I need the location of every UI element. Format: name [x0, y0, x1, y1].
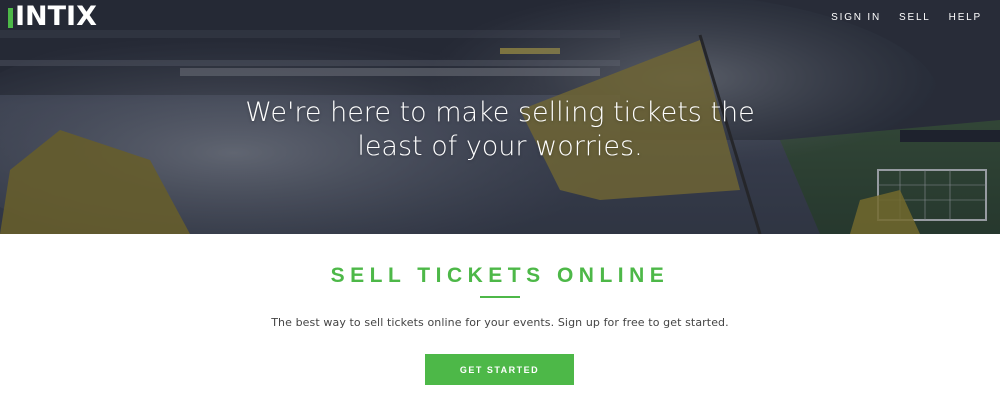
sell-tickets-section: SELL TICKETS ONLINE The best way to sell… — [0, 234, 1000, 414]
nav-sell-link[interactable]: SELL — [899, 12, 931, 23]
nav-sign-in-link[interactable]: SIGN IN — [831, 12, 881, 23]
get-started-button[interactable]: GET STARTED — [425, 354, 574, 385]
section-title: SELL TICKETS ONLINE — [330, 264, 670, 287]
top-navigation: INTIX SIGN IN SELL HELP — [0, 0, 1000, 36]
nav-links: SIGN IN SELL HELP — [813, 12, 982, 23]
section-description: The best way to sell tickets online for … — [271, 316, 729, 329]
hero-headline: We're here to make selling tickets the l… — [245, 97, 755, 162]
title-divider — [480, 296, 520, 298]
logo-accent-bar — [8, 8, 13, 28]
logo-text: INTIX — [15, 1, 97, 32]
nav-help-link[interactable]: HELP — [949, 12, 982, 23]
brand-logo[interactable]: INTIX — [8, 2, 97, 32]
hero-banner: INTIX SIGN IN SELL HELP We're here to ma… — [0, 0, 1000, 234]
